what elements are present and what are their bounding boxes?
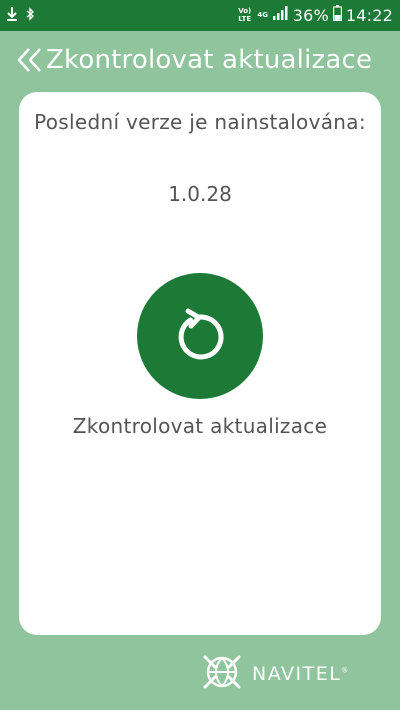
status-indicators: Vo) LTE 4G 36% 14:22 xyxy=(237,3,393,27)
check-updates-label[interactable]: Zkontrolovat aktualizace xyxy=(19,414,381,438)
battery-percent: 36% xyxy=(292,5,329,25)
refresh-icon xyxy=(174,306,226,366)
double-chevron-left-icon[interactable] xyxy=(16,45,46,75)
update-card: Poslední verze je nainstalována: 1.0.28 … xyxy=(19,92,381,635)
download-icon xyxy=(6,6,18,26)
check-updates-button[interactable] xyxy=(137,273,263,399)
navitel-logo: NAVITEL® xyxy=(202,652,350,696)
network-type-indicator: 4G xyxy=(257,11,269,19)
bluetooth-icon xyxy=(26,7,35,25)
signal-icon xyxy=(272,6,289,24)
page-title: Zkontrolovat aktualizace xyxy=(46,45,373,75)
battery-icon xyxy=(332,5,342,25)
volte-indicator: Vo) LTE xyxy=(238,7,252,23)
notification-icons xyxy=(6,6,35,26)
header: Zkontrolovat aktualizace xyxy=(16,40,372,80)
version-number: 1.0.28 xyxy=(168,182,232,206)
brand-name: NAVITEL® xyxy=(252,663,350,685)
navitel-globe-icon xyxy=(202,652,242,696)
status-bar: Vo) LTE 4G 36% 14:22 xyxy=(0,0,400,31)
installed-label: Poslední verze je nainstalována: xyxy=(34,110,366,134)
registered-mark: ® xyxy=(341,666,350,675)
clock: 14:22 xyxy=(345,5,393,25)
